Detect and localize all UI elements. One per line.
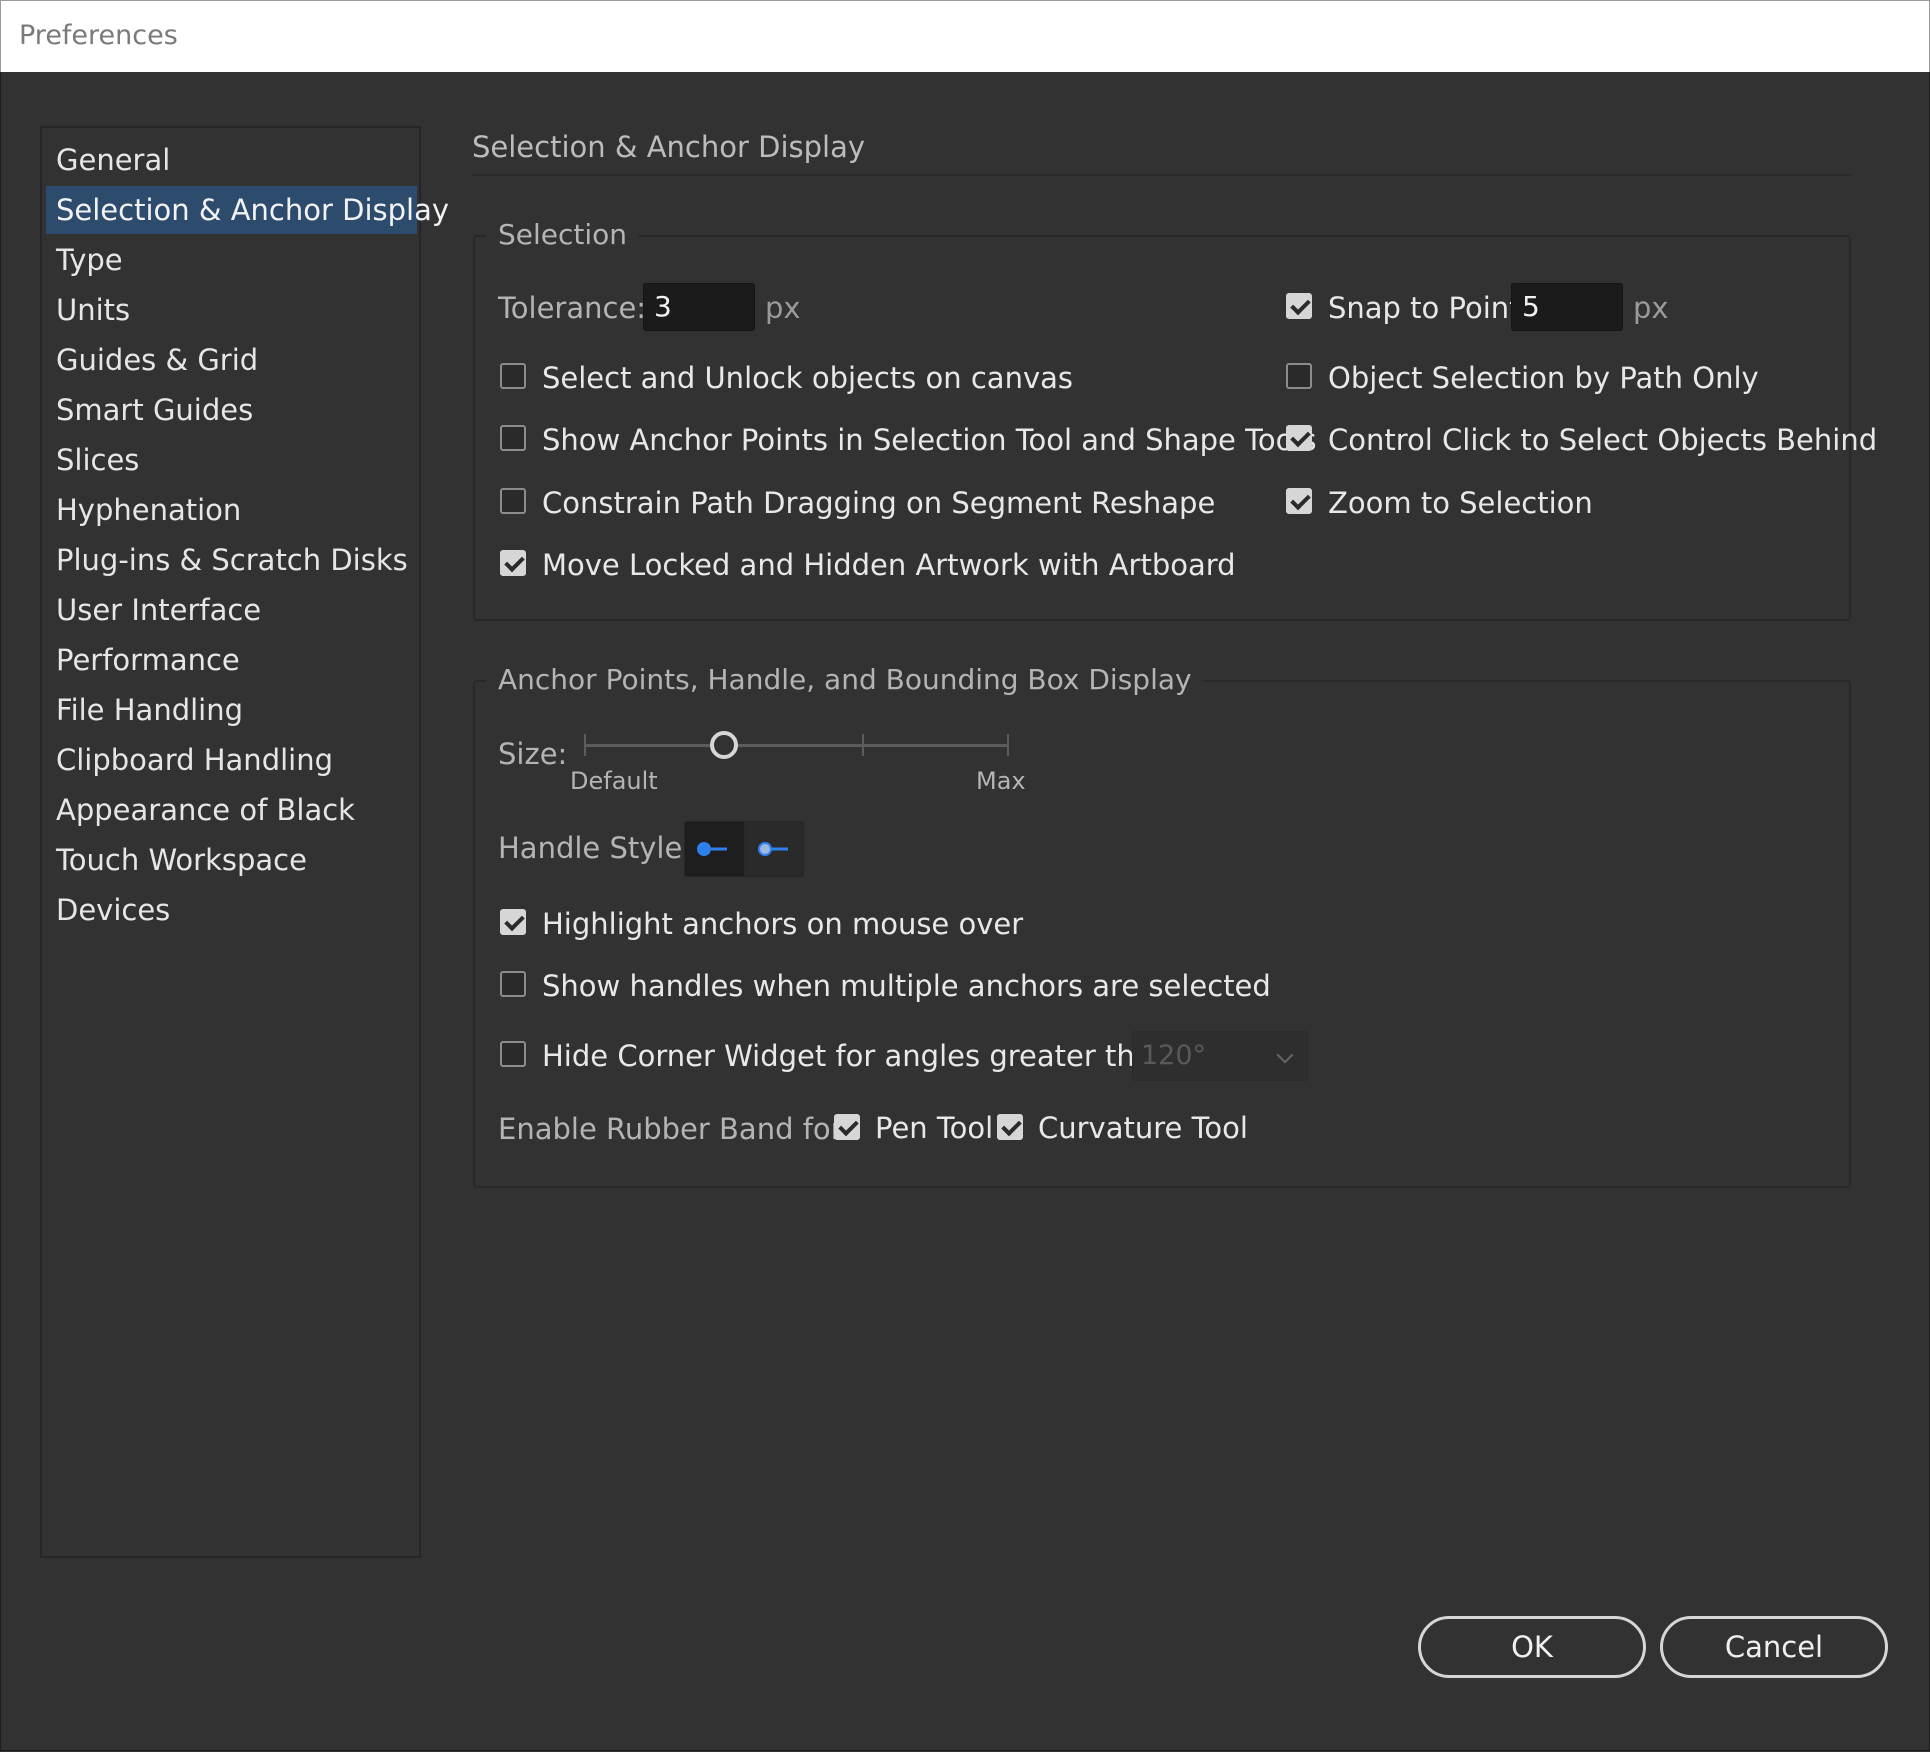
show-handles-label: Show handles when multiple anchors are s… bbox=[542, 969, 1271, 1003]
sidebar-item-general[interactable]: General bbox=[46, 136, 417, 184]
window-title: Preferences bbox=[19, 20, 178, 51]
tolerance-input[interactable]: 3 bbox=[643, 283, 755, 331]
handle-style-solid-button[interactable] bbox=[685, 822, 744, 876]
show-anchor-points-checkbox[interactable] bbox=[500, 425, 526, 451]
snap-to-point-unit: px bbox=[1633, 291, 1669, 325]
sidebar-item-guides-grid[interactable]: Guides & Grid bbox=[46, 336, 417, 384]
handle-style-label: Handle Style: bbox=[498, 831, 693, 865]
preferences-sidebar: General Selection & Anchor Display Type … bbox=[40, 126, 449, 1558]
sidebar-item-performance[interactable]: Performance bbox=[46, 636, 417, 684]
move-locked-checkbox[interactable] bbox=[500, 550, 526, 576]
show-anchor-points-label: Show Anchor Points in Selection Tool and… bbox=[542, 423, 1317, 457]
zoom-to-selection-checkbox[interactable] bbox=[1286, 488, 1312, 514]
ok-button[interactable]: OK bbox=[1418, 1616, 1646, 1678]
title-bar: Preferences bbox=[0, 0, 1930, 72]
cancel-button[interactable]: Cancel bbox=[1660, 1616, 1888, 1678]
constrain-path-checkbox[interactable] bbox=[500, 488, 526, 514]
size-label: Size: bbox=[498, 737, 568, 771]
corner-angle-dropdown[interactable]: 120° bbox=[1132, 1031, 1308, 1081]
handle-style-hollow-button[interactable] bbox=[745, 822, 805, 876]
tolerance-unit: px bbox=[765, 291, 801, 325]
zoom-to-selection-label: Zoom to Selection bbox=[1328, 486, 1593, 520]
slider-tick bbox=[584, 734, 586, 756]
slider-tick bbox=[862, 734, 864, 756]
page-title: Selection & Anchor Display bbox=[472, 130, 866, 164]
anchor-display-group-legend: Anchor Points, Handle, and Bounding Box … bbox=[486, 663, 1204, 696]
hide-corner-widget-label: Hide Corner Widget for angles greater th… bbox=[542, 1039, 1181, 1073]
sidebar-item-hyphenation[interactable]: Hyphenation bbox=[46, 486, 417, 534]
control-click-label: Control Click to Select Objects Behind bbox=[1328, 423, 1878, 457]
tolerance-label: Tolerance: bbox=[498, 291, 647, 325]
sidebar-item-plugins-scratch-disks[interactable]: Plug-ins & Scratch Disks bbox=[46, 536, 417, 584]
size-default-label: Default bbox=[570, 767, 658, 795]
rubber-band-label: Enable Rubber Band for: bbox=[498, 1112, 852, 1146]
sidebar-item-appearance-of-black[interactable]: Appearance of Black bbox=[46, 786, 417, 834]
sidebar-item-user-interface[interactable]: User Interface bbox=[46, 586, 417, 634]
sidebar-item-devices[interactable]: Devices bbox=[46, 886, 417, 934]
handle-style-group bbox=[684, 821, 804, 877]
snap-to-point-label: Snap to Point bbox=[1328, 291, 1521, 325]
sidebar-item-slices[interactable]: Slices bbox=[46, 436, 417, 484]
object-selection-by-path-checkbox[interactable] bbox=[1286, 363, 1312, 389]
selection-group-legend: Selection bbox=[486, 218, 640, 251]
sidebar-item-clipboard-handling[interactable]: Clipboard Handling bbox=[46, 736, 417, 784]
sidebar-item-units[interactable]: Units bbox=[46, 286, 417, 334]
snap-to-point-input[interactable]: 5 bbox=[1511, 283, 1623, 331]
constrain-path-label: Constrain Path Dragging on Segment Resha… bbox=[542, 486, 1216, 520]
highlight-anchors-label: Highlight anchors on mouse over bbox=[542, 907, 1024, 941]
select-unlock-label: Select and Unlock objects on canvas bbox=[542, 361, 1073, 395]
select-unlock-checkbox[interactable] bbox=[500, 363, 526, 389]
highlight-anchors-checkbox[interactable] bbox=[500, 909, 526, 935]
move-locked-label: Move Locked and Hidden Artwork with Artb… bbox=[542, 548, 1236, 582]
curvature-tool-checkbox[interactable] bbox=[997, 1114, 1023, 1140]
handle-hollow-icon bbox=[758, 842, 788, 856]
snap-to-point-checkbox[interactable] bbox=[1286, 293, 1312, 319]
control-click-checkbox[interactable] bbox=[1286, 425, 1312, 451]
sidebar-item-smart-guides[interactable]: Smart Guides bbox=[46, 386, 417, 434]
pen-tool-checkbox[interactable] bbox=[834, 1114, 860, 1140]
object-selection-by-path-label: Object Selection by Path Only bbox=[1328, 361, 1759, 395]
size-max-label: Max bbox=[976, 767, 1026, 795]
sidebar-item-file-handling[interactable]: File Handling bbox=[46, 686, 417, 734]
chevron-down-icon bbox=[1276, 1046, 1294, 1064]
size-slider-track[interactable] bbox=[585, 744, 1009, 747]
sidebar-item-touch-workspace[interactable]: Touch Workspace bbox=[46, 836, 417, 884]
size-slider-thumb[interactable] bbox=[710, 731, 738, 759]
hide-corner-widget-checkbox[interactable] bbox=[500, 1041, 526, 1067]
corner-angle-value: 120° bbox=[1141, 1040, 1207, 1071]
sidebar-item-type[interactable]: Type bbox=[46, 236, 417, 284]
pen-tool-label: Pen Tool bbox=[875, 1111, 994, 1145]
curvature-tool-label: Curvature Tool bbox=[1038, 1111, 1248, 1145]
slider-tick bbox=[1007, 734, 1009, 756]
handle-solid-icon bbox=[697, 842, 727, 856]
sidebar-item-selection-anchor-display[interactable]: Selection & Anchor Display bbox=[46, 186, 449, 234]
show-handles-checkbox[interactable] bbox=[500, 971, 526, 997]
heading-divider bbox=[472, 174, 1852, 176]
